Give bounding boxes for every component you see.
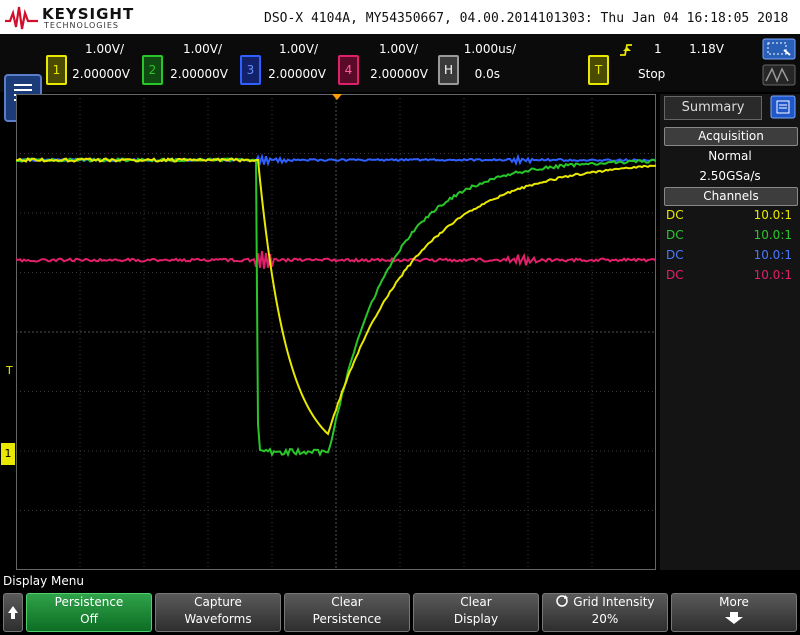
channel-4-key[interactable]: 4 — [338, 55, 359, 85]
acquisition-state: Stop — [638, 67, 665, 81]
channel-3-box[interactable]: 3 1.00V/ 2.00000V — [238, 38, 330, 88]
summary-panel: Summary Acquisition Normal 2.50GSa/s Cha… — [660, 94, 800, 570]
channel-1-offset: 2.00000V — [72, 67, 130, 81]
channel-1-ground-label: 1 — [5, 447, 12, 460]
grid-intensity-label: Grid Intensity — [573, 595, 654, 609]
channel-2-offset: 2.00000V — [170, 67, 228, 81]
channel-4-box[interactable]: 4 1.00V/ 2.00000V — [336, 38, 430, 88]
channel-3-key[interactable]: 3 — [240, 55, 261, 85]
capture-waveforms-softkey[interactable]: Capture Waveforms — [155, 593, 281, 632]
up-arrow-icon — [4, 594, 22, 631]
brand-subtitle: TECHNOLOGIES — [44, 21, 119, 30]
channel-2-scale: 1.00V/ — [183, 42, 222, 56]
channel-3-scale: 1.00V/ — [279, 42, 318, 56]
channel-2-probe: 10.0:1 — [754, 228, 792, 242]
trigger-box[interactable]: T 1 1.18V Stop — [586, 38, 738, 88]
grid-intensity-value: 20% — [543, 611, 667, 628]
persistence-label: Persistence — [27, 594, 151, 611]
title-bar: KEYSIGHT TECHNOLOGIES DSO-X 4104A, MY543… — [0, 0, 800, 34]
channel-4-offset: 2.00000V — [370, 67, 428, 81]
auto-scale-icon[interactable] — [762, 64, 796, 86]
channel-1-box[interactable]: 1 1.00V/ 2.00000V — [44, 38, 136, 88]
channel-4-scale: 1.00V/ — [379, 42, 418, 56]
channel-3-offset: 2.00000V — [268, 67, 326, 81]
channel-4-probe: 10.0:1 — [754, 268, 792, 282]
acquisition-mode: Normal — [660, 149, 800, 163]
horizontal-key[interactable]: H — [438, 55, 459, 85]
down-arrow-icon — [724, 611, 744, 625]
zoom-fit-icon[interactable] — [762, 38, 796, 60]
channel-1-coupling: DC — [666, 208, 684, 222]
acquisition-header: Acquisition — [664, 127, 798, 146]
summary-tab-label: Summary — [682, 100, 745, 115]
horizontal-box[interactable]: H 1.000us/ 0.0s — [436, 38, 530, 88]
clear-display-label: Clear — [414, 594, 538, 611]
horizontal-delay: 0.0s — [475, 67, 500, 81]
more-icon-row — [672, 611, 796, 628]
sample-rate: 2.50GSa/s — [660, 169, 800, 183]
menu-back-button[interactable] — [3, 593, 23, 632]
capture-sublabel: Waveforms — [156, 611, 280, 628]
trigger-source: 1 — [654, 42, 662, 56]
trigger-key[interactable]: T — [588, 55, 609, 85]
clear-display-softkey[interactable]: Clear Display — [413, 593, 539, 632]
channel-2-coupling: DC — [666, 228, 684, 242]
waveform-display[interactable] — [16, 94, 656, 570]
keysight-wave-icon — [4, 3, 40, 31]
channel-3-probe: 10.0:1 — [754, 248, 792, 262]
channel-4-coupling: DC — [666, 268, 684, 282]
channel-3-coupling: DC — [666, 248, 684, 262]
channel-bar: 1 1.00V/ 2.00000V 2 1.00V/ 2.00000V 3 1.… — [0, 34, 800, 92]
grid-intensity-softkey[interactable]: Grid Intensity 20% — [542, 593, 668, 632]
trigger-level: 1.18V — [689, 42, 724, 56]
instrument-title: DSO-X 4104A, MY54350667, 04.00.201410130… — [264, 11, 788, 26]
clear-persistence-softkey[interactable]: Clear Persistence — [284, 593, 410, 632]
channel-1-probe: 10.0:1 — [754, 208, 792, 222]
trigger-level-label: T — [6, 364, 13, 377]
channel-2-key[interactable]: 2 — [142, 55, 163, 85]
channel-2-box[interactable]: 2 1.00V/ 2.00000V — [142, 38, 234, 88]
horizontal-scale: 1.000us/ — [464, 42, 516, 56]
channels-header: Channels — [664, 187, 798, 206]
panel-menu-icon[interactable] — [770, 95, 796, 119]
grid-intensity-line: Grid Intensity — [543, 594, 667, 611]
channel-1-key[interactable]: 1 — [46, 55, 67, 85]
trigger-level-marker: T — [6, 364, 13, 377]
rising-edge-icon — [619, 42, 633, 58]
more-softkey[interactable]: More — [671, 593, 797, 632]
persistence-softkey[interactable]: Persistence Off — [26, 593, 152, 632]
channel-1-ground-marker: 1 — [1, 443, 15, 465]
keysight-logo: KEYSIGHT TECHNOLOGIES — [4, 2, 134, 32]
clear-persistence-sublabel: Persistence — [285, 611, 409, 628]
channel-1-scale: 1.00V/ — [85, 42, 124, 56]
clear-persistence-label: Clear — [285, 594, 409, 611]
clear-display-sublabel: Display — [414, 611, 538, 628]
rotary-knob-icon — [555, 594, 569, 608]
more-label: More — [672, 594, 796, 611]
summary-tab[interactable]: Summary — [664, 96, 762, 120]
capture-label: Capture — [156, 594, 280, 611]
persistence-value: Off — [27, 611, 151, 628]
menu-title: Display Menu — [3, 574, 84, 588]
